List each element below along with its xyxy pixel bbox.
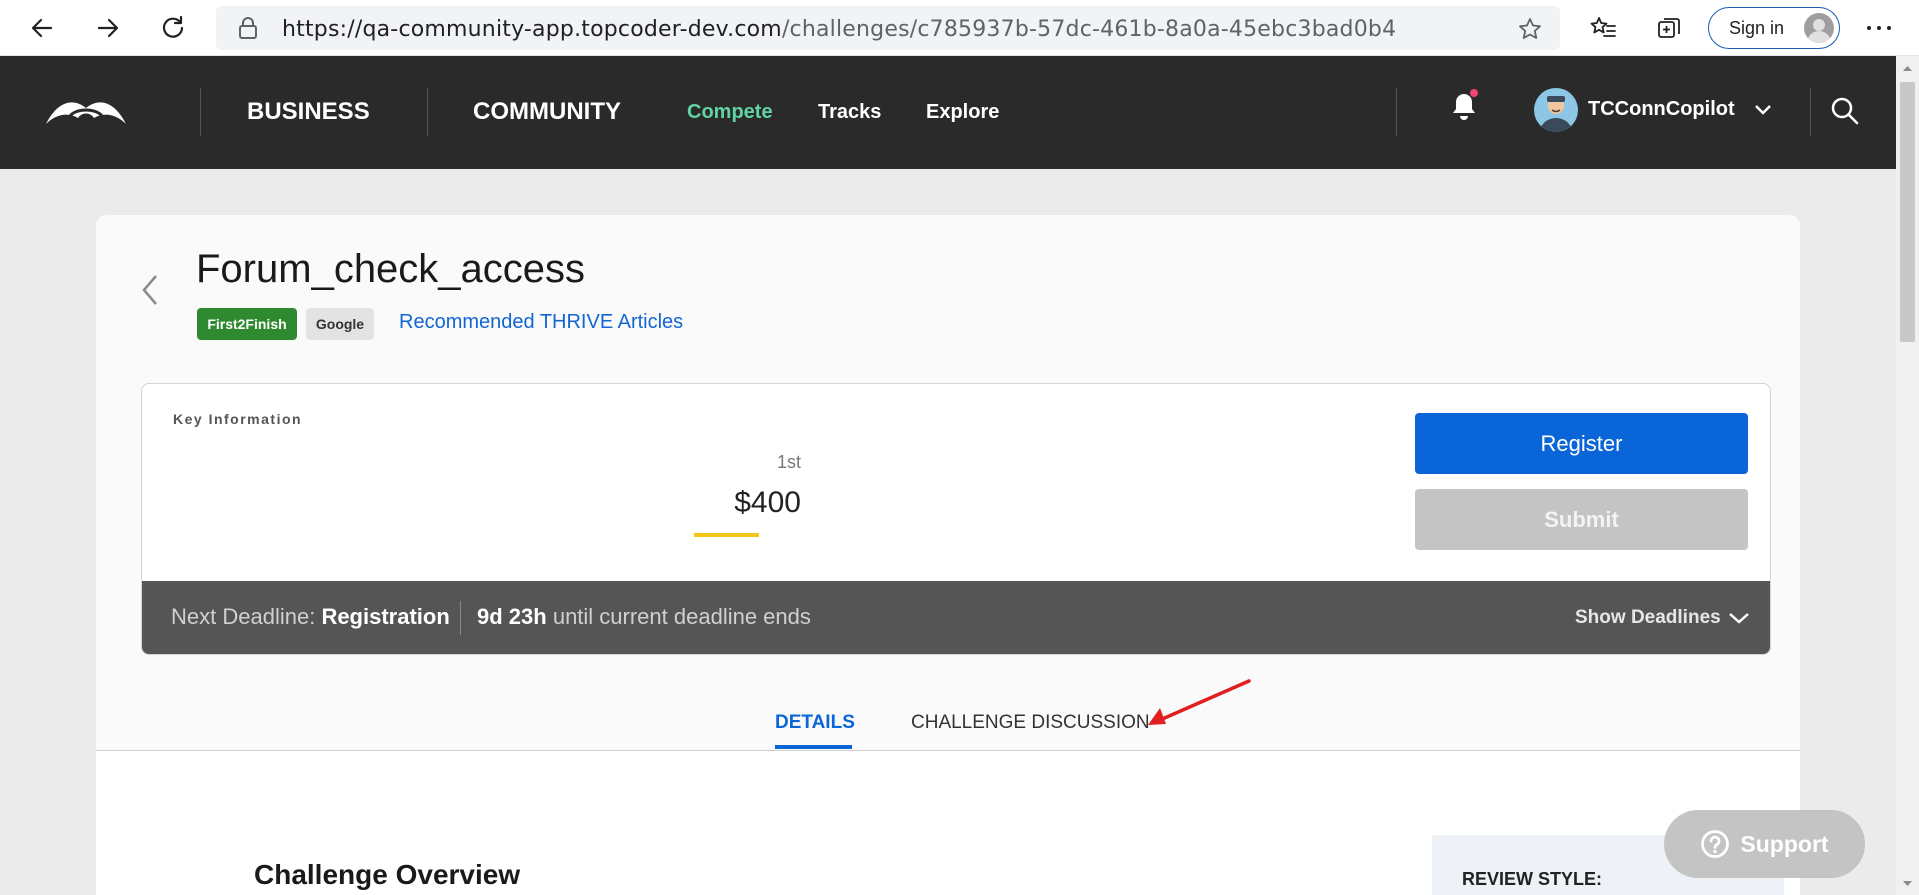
header-divider [1396,88,1397,136]
header-divider [200,88,201,136]
notification-button[interactable] [1448,88,1480,124]
header-divider [427,88,428,136]
submit-button[interactable]: Submit [1415,489,1748,550]
tag-track[interactable]: First2Finish [197,308,297,340]
annotation-arrow-icon [1148,679,1251,725]
time-left-suffix: until current deadline ends [552,604,811,629]
prize-underline [694,533,759,537]
help-question-icon [1701,830,1730,858]
nav-compete[interactable]: Compete [687,101,773,124]
nav-explore[interactable]: Explore [926,101,999,124]
arrow-left-icon [31,18,53,38]
next-deadline-value: Registration [321,604,450,629]
topcoder-logo[interactable] [44,94,128,130]
show-deadlines-toggle[interactable]: Show Deadlines [1575,607,1750,629]
deadline-divider [460,601,461,635]
support-label: Support [1740,830,1829,857]
tab-challenge-discussion[interactable]: CHALLENGE DISCUSSION [911,712,1150,734]
register-button[interactable]: Register [1415,413,1748,474]
lock-icon [239,17,257,39]
prize-amount: $400 [734,486,801,519]
back-to-challenges-button[interactable] [138,272,162,308]
time-left: 9d 23h until current deadline ends [477,604,811,630]
user-menu[interactable]: TCConnCopilot [1534,86,1771,134]
avatar [1534,88,1578,132]
collections-button[interactable] [1649,8,1689,48]
more-dots-icon [1867,26,1891,30]
time-left-value: 9d 23h [477,604,547,629]
review-style-label: REVIEW STYLE: [1462,869,1603,889]
tag-technology[interactable]: Google [306,308,374,340]
show-deadlines-label: Show Deadlines [1575,607,1721,628]
key-information-label: Key Information [173,411,303,427]
back-button[interactable] [22,8,62,48]
address-bar[interactable]: https://qa-community-app.topcoder-dev.co… [216,6,1560,50]
next-deadline: Next Deadline: Registration [171,604,450,630]
browser-toolbar: https://qa-community-app.topcoder-dev.co… [0,0,1919,56]
reload-icon [162,15,184,38]
forward-button[interactable] [88,8,128,48]
page-scrollbar[interactable] [1896,56,1919,895]
scroll-up-icon[interactable] [1902,64,1913,72]
site-header: BUSINESS COMMUNITY Compete Tracks Explor… [0,56,1896,169]
url-path: /challenges/c785937b-57dc-461b-8a0a-45eb… [781,17,1397,42]
username: TCConnCopilot [1588,98,1735,120]
favorite-star-icon[interactable] [1518,17,1542,41]
chevron-left-icon [142,275,157,305]
arrow-right-icon [97,18,119,38]
url-host: https://qa-community-app.topcoder-dev.co… [282,17,782,42]
tab-details[interactable]: DETAILS [775,712,855,734]
nav-community[interactable]: COMMUNITY [473,98,621,126]
collections-icon [1658,18,1680,38]
profile-avatar-icon [1804,13,1834,43]
prize-place: 1st [776,452,801,472]
avatar-icon [1540,96,1572,132]
header-divider [1810,88,1811,136]
search-icon [1831,97,1859,125]
thrive-articles-link[interactable]: Recommended THRIVE Articles [399,311,683,334]
next-deadline-label: Next Deadline: [171,604,316,629]
url-text: https://qa-community-app.topcoder-dev.co… [282,17,1396,42]
favorites-list-icon [1590,17,1616,37]
topcoder-logo-icon [46,102,126,124]
nav-tracks[interactable]: Tracks [818,101,881,124]
deadline-bar: Next Deadline: Registration 9d 23h until… [142,581,1770,654]
favorites-button[interactable] [1583,8,1623,48]
sign-in-label: Sign in [1729,17,1785,38]
chevron-down-icon [1755,105,1771,115]
scroll-down-icon[interactable] [1902,880,1913,888]
reload-button[interactable] [153,8,193,48]
sign-in-button[interactable]: Sign in [1708,7,1840,49]
chevron-down-icon [1729,613,1749,624]
bell-icon [1453,89,1478,120]
support-button[interactable]: Support [1664,810,1865,878]
scroll-thumb[interactable] [1900,82,1915,342]
challenge-overview-heading: Challenge Overview [254,859,521,890]
tab-details-underline [775,745,852,749]
search-button[interactable] [1830,96,1860,126]
page-title: Forum_check_access [196,247,586,291]
more-menu-button[interactable] [1859,8,1899,48]
nav-business[interactable]: BUSINESS [247,98,370,126]
